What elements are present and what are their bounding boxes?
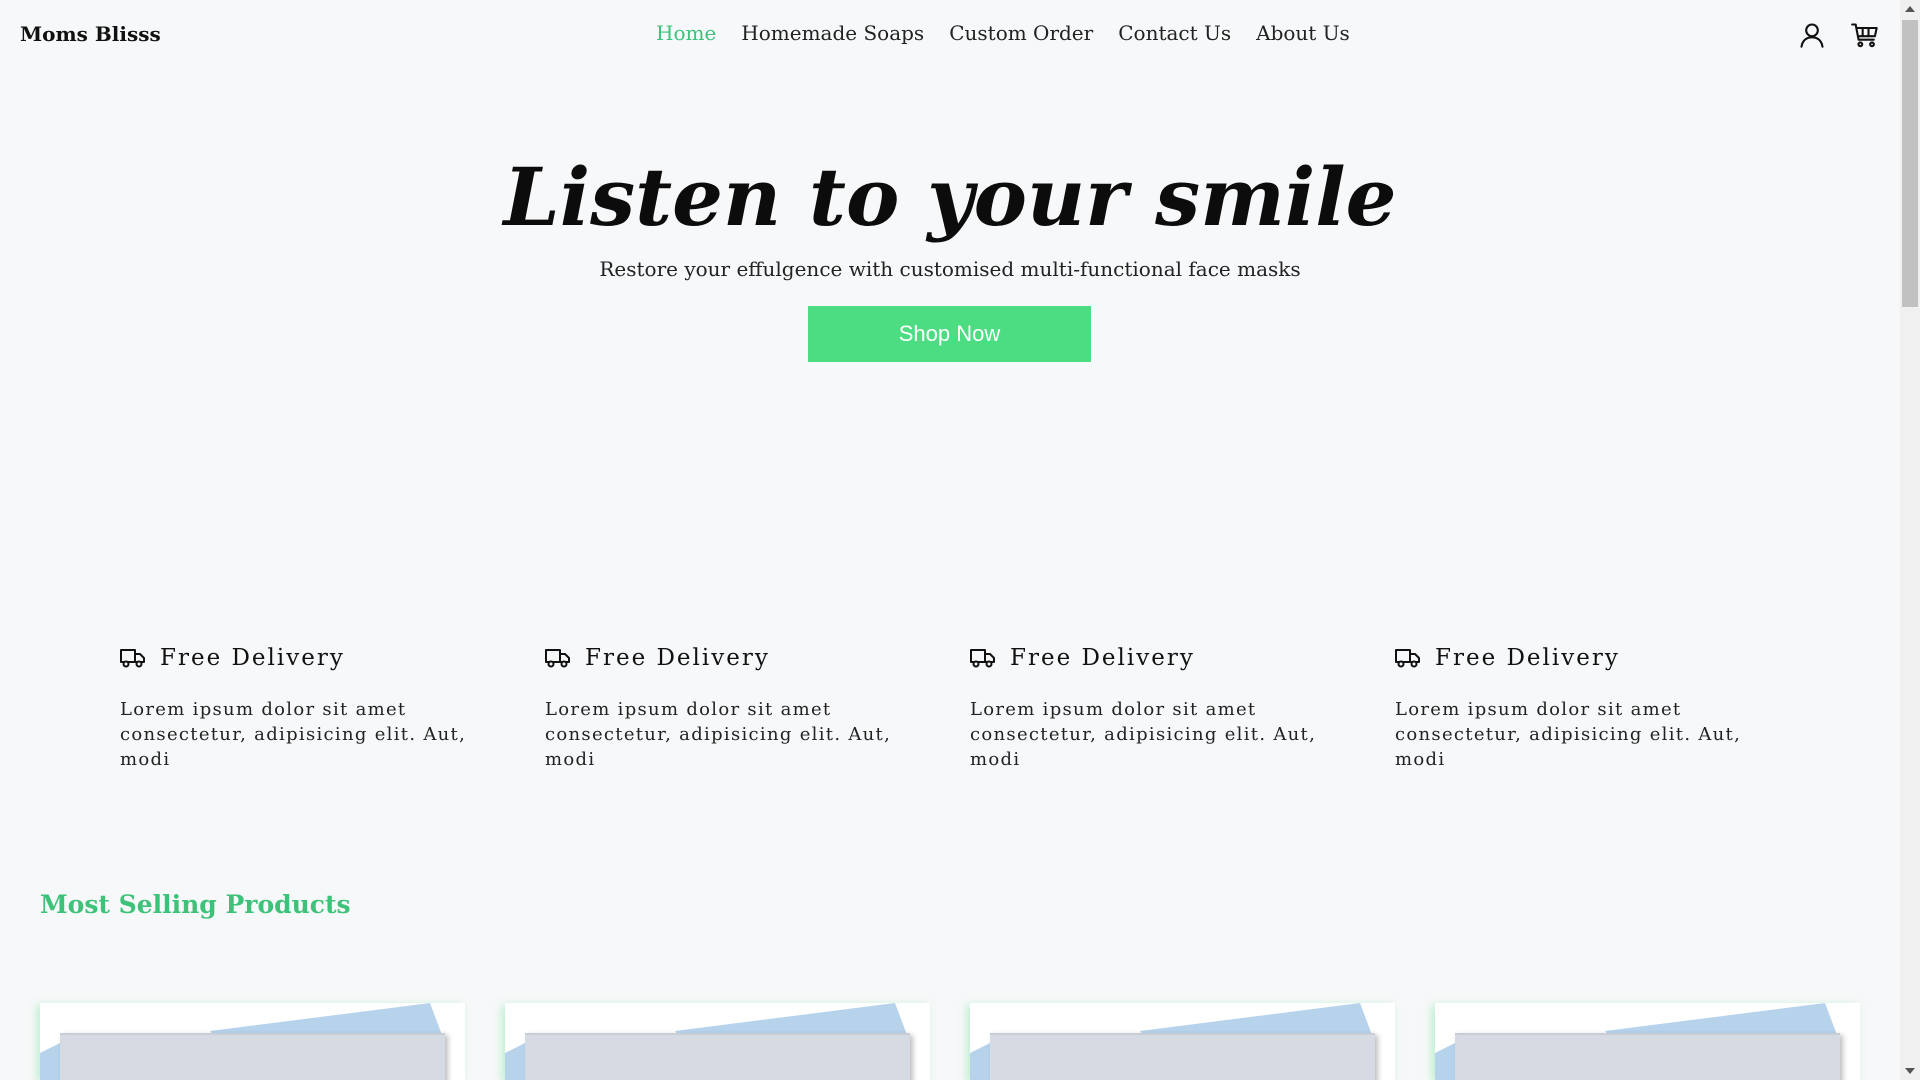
product-image-box	[60, 1033, 445, 1080]
truck-icon	[970, 649, 995, 668]
feature-title: Free Delivery	[160, 645, 345, 671]
most-selling-title: Most Selling Products	[40, 890, 351, 919]
nav-home[interactable]: Home	[656, 21, 716, 45]
hero-title: Listen to your smile	[503, 150, 1397, 244]
product-image-box	[1455, 1033, 1840, 1080]
feature-title: Free Delivery	[1435, 645, 1620, 671]
nav-about-us[interactable]: About Us	[1256, 21, 1350, 45]
product-image-box	[990, 1033, 1375, 1080]
feature-text: Lorem ipsum dolor sit amet consectetur, …	[545, 699, 892, 770]
feature-title: Free Delivery	[585, 645, 770, 671]
user-icon[interactable]	[1798, 21, 1826, 49]
scroll-up-arrow-icon[interactable]	[1905, 6, 1915, 12]
truck-icon	[1395, 649, 1420, 668]
page-scrollbar[interactable]	[1900, 0, 1920, 1080]
feature-item: Free Delivery Lorem ipsum dolor sit amet…	[120, 645, 500, 772]
feature-item: Free Delivery Lorem ipsum dolor sit amet…	[545, 645, 925, 772]
nav-custom-order[interactable]: Custom Order	[949, 21, 1093, 45]
scrollbar-thumb[interactable]	[1902, 20, 1918, 307]
feature-item: Free Delivery Lorem ipsum dolor sit amet…	[1395, 645, 1775, 772]
truck-icon	[545, 649, 570, 668]
main-nav: Home Homemade Soaps Custom Order Contact…	[656, 21, 1350, 45]
nav-contact-us[interactable]: Contact Us	[1118, 21, 1231, 45]
feature-item: Free Delivery Lorem ipsum dolor sit amet…	[970, 645, 1350, 772]
hero-subtitle: Restore your effulgence with customised …	[599, 257, 1301, 281]
product-card[interactable]	[40, 1003, 465, 1080]
feature-text: Lorem ipsum dolor sit amet consectetur, …	[120, 699, 467, 770]
nav-homemade-soaps[interactable]: Homemade Soaps	[741, 21, 924, 45]
product-card[interactable]	[1435, 1003, 1860, 1080]
product-card[interactable]	[970, 1003, 1395, 1080]
brand-logo[interactable]: Moms Blisss	[20, 22, 161, 46]
feature-text: Lorem ipsum dolor sit amet consectetur, …	[1395, 699, 1742, 770]
cart-icon[interactable]	[1851, 21, 1879, 49]
feature-title: Free Delivery	[1010, 645, 1195, 671]
product-image-box	[525, 1033, 910, 1080]
shop-now-button[interactable]: Shop Now	[808, 306, 1091, 362]
feature-text: Lorem ipsum dolor sit amet consectetur, …	[970, 699, 1317, 770]
product-card[interactable]	[505, 1003, 930, 1080]
scroll-down-arrow-icon[interactable]	[1905, 1068, 1915, 1074]
site-header: Moms Blisss Home Homemade Soaps Custom O…	[0, 0, 1900, 70]
truck-icon	[120, 649, 145, 668]
